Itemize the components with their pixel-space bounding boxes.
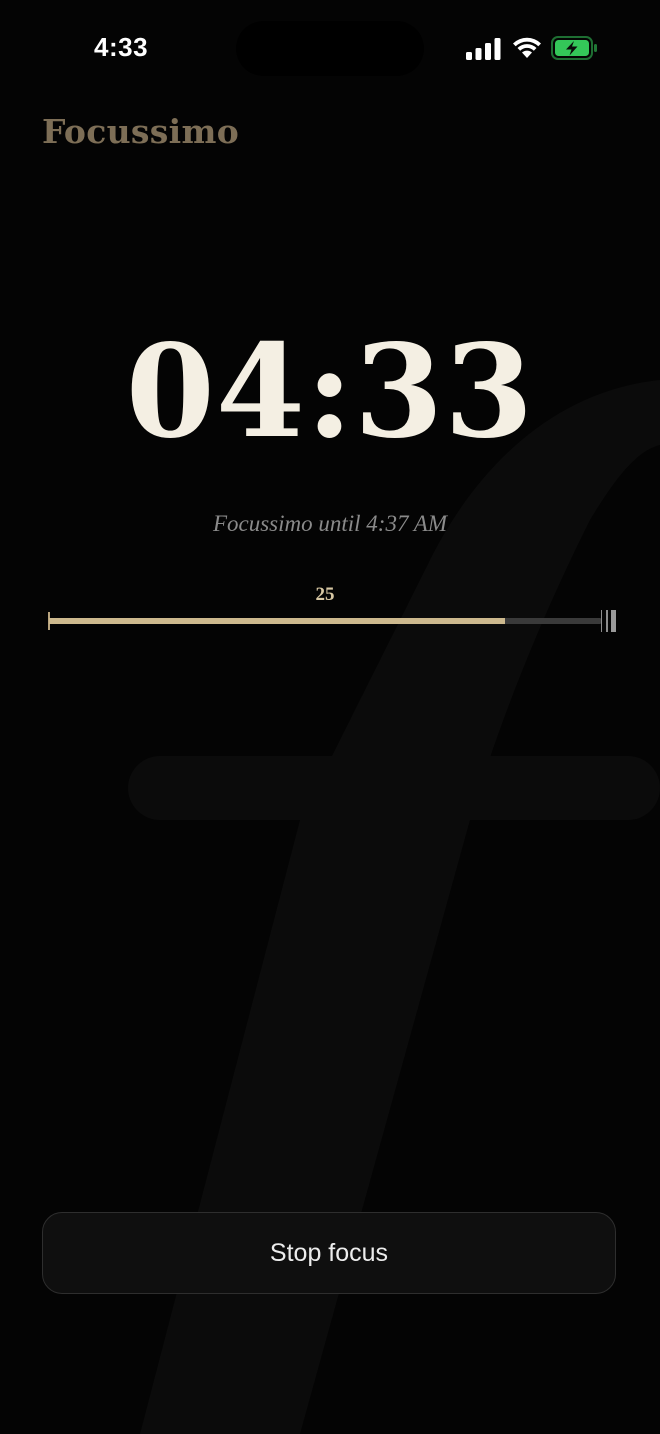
dynamic-island — [236, 21, 424, 76]
progress-end-marker — [600, 610, 618, 632]
battery-charging-icon — [551, 36, 597, 60]
progress-value-label: 25 — [315, 584, 335, 605]
progress-bar — [49, 618, 601, 624]
stop-focus-button[interactable]: Stop focus — [42, 1212, 616, 1294]
wifi-icon — [513, 37, 541, 58]
status-time: 4:33 — [94, 32, 149, 62]
countdown-timer: 04:33 — [125, 317, 535, 467]
focus-until-text: Focussimo until 4:37 AM — [212, 511, 448, 536]
stop-focus-button-label: Stop focus — [269, 1238, 389, 1267]
app-title: Focussimo — [42, 112, 240, 151]
progress-bar-fill — [49, 618, 505, 624]
focus-screen: 4:33 Focussimo 04:33 Focussimo until 4:3… — [0, 0, 660, 1434]
signal-icon — [466, 38, 501, 60]
